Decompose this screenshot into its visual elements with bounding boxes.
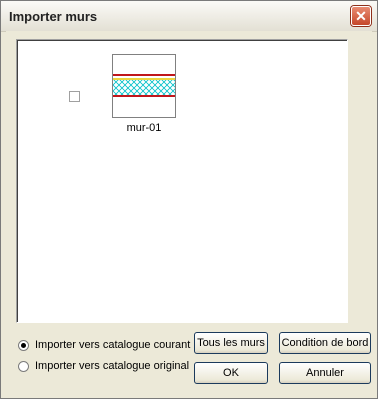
title-bar[interactable]: Importer murs ✕ bbox=[1, 1, 377, 32]
radio-current-label: Importer vers catalogue courant bbox=[35, 339, 191, 351]
wall-list[interactable]: mur-01 bbox=[16, 39, 348, 323]
dialog-body: mur-01 Importer vers catalogue courant I… bbox=[6, 31, 372, 393]
all-walls-button[interactable]: Tous les murs bbox=[194, 332, 268, 354]
radio-original-indicator[interactable] bbox=[18, 360, 29, 372]
radio-import-original-catalog[interactable]: Importer vers catalogue original bbox=[18, 359, 189, 373]
import-walls-dialog: Importer murs ✕ mur-01 Importer vers cat… bbox=[0, 0, 378, 399]
radio-original-label: Importer vers catalogue original bbox=[35, 360, 190, 372]
cancel-button[interactable]: Annuler bbox=[279, 362, 371, 384]
wall-thumbnail[interactable] bbox=[112, 54, 176, 118]
close-button[interactable]: ✕ bbox=[351, 6, 371, 26]
radio-current-indicator[interactable] bbox=[18, 339, 29, 351]
close-icon: ✕ bbox=[355, 8, 367, 24]
dialog-title: Importer murs bbox=[9, 9, 98, 24]
wall-item-label: mur-01 bbox=[126, 122, 162, 134]
wall-item-checkbox[interactable] bbox=[69, 91, 80, 102]
edge-condition-button[interactable]: Condition de bord bbox=[279, 332, 371, 354]
wall-section-thumbnail-icon bbox=[113, 74, 175, 97]
radio-import-current-catalog[interactable]: Importer vers catalogue courant bbox=[18, 338, 190, 352]
ok-button[interactable]: OK bbox=[194, 362, 268, 384]
